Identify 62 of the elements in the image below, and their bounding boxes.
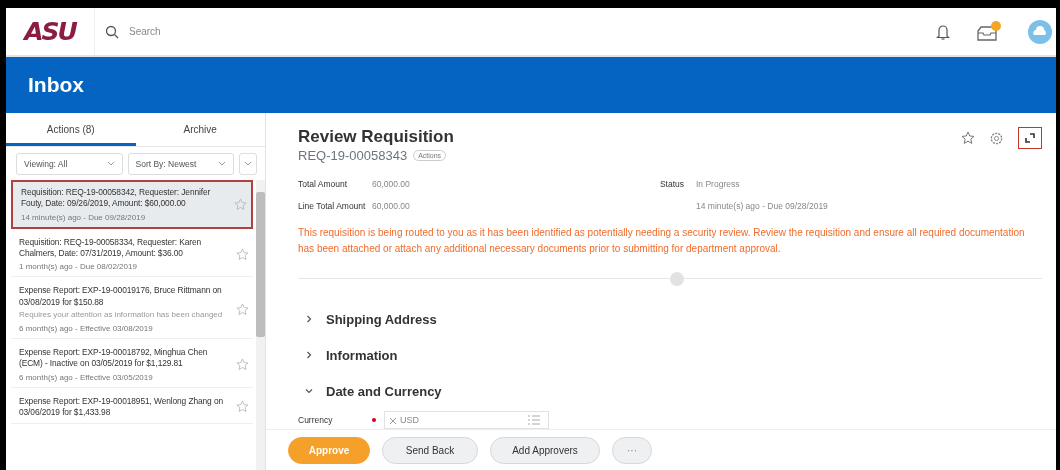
chevron-right-icon [304,314,314,324]
status-value: In Progress [696,179,740,189]
section-header[interactable]: Shipping Address [298,301,1042,337]
chevron-down-icon [106,161,115,167]
item-title: Requisition: REQ-19-00058342, Requester: Jennifer Fouty, Date: 09/26/2019, Amount: $60,000.00 [21,187,212,210]
item-meta: 6 month(s) ago - Effective 03/05/2019 [19,372,154,382]
star-icon[interactable] [961,131,975,145]
field-label: Total Amount [298,179,349,189]
item-meta: 6 month(s) ago - Effective 03/08/2019 [19,323,154,333]
field-label: Status [658,179,684,189]
item-note: Requires your attention as information has been changed [19,310,224,321]
filter-dropdown[interactable]: Viewing: All [16,153,123,175]
star-icon[interactable] [236,357,249,371]
scrollbar[interactable] [256,180,265,470]
list-icon[interactable] [528,415,540,425]
field-value: 60,000.00 [372,201,410,211]
detail-title: Review Requisition [298,127,454,147]
inbox-icon[interactable] [976,20,1002,43]
item-title: Expense Report: EXP-19-00018792, Minghua Chen (ECM) - Inactive on 03/05/2019 for $1,129.81 [19,346,209,370]
expand-dropdown[interactable] [239,153,257,175]
bell-icon[interactable] [936,22,950,41]
scrollbar-thumb[interactable] [256,192,265,337]
inbox-tab[interactable]: Actions (8) [6,113,136,146]
item-meta: 1 month(s) ago - Due 08/02/2019 [19,262,138,272]
star-icon[interactable] [236,302,249,316]
inbox-item[interactable]: Requisition: REQ-19-00058342, Requester: Jennifer Fouty, Date: 09/26/2019, Amount: $60,000.00 14 minute(s) ago - Due 09/28/2019 [11,180,253,229]
star-icon[interactable] [236,400,249,414]
action-button[interactable]: Add Approvers [490,437,600,464]
item-title: Expense Report: EXP-19-00018951, Wenlong Zhang on 03/06/2019 for $1,433.98 [19,395,224,419]
chevron-right-icon [304,350,314,360]
inbox-item[interactable]: Expense Report: EXP-19-00019176, Bruce Rittmann on 03/08/2019 for $150.88 Requires your attention as information has been changed 6 month(s) ago - Effective 03/08/2019 [11,280,253,339]
item-title: Requisition: REQ-19-00058334, Requester: Karen Chalmers, Date: 07/31/2019, Amount: $36.00 [19,236,203,260]
warning-message: This requisition is being routed to you as it has been identified as potentially needing a security review. Review the requisition and ensure all required documentation has been attached or attach any additional necessary documents prior to submitting for department approval. [298,226,1026,256]
collapse-handle[interactable] [670,272,684,286]
status-meta: 14 minute(s) ago - Due 09/28/2019 [696,201,828,211]
section-header[interactable]: Information [298,337,1042,373]
inbox-tab[interactable]: Archive [135,113,265,146]
university-logo[interactable]: ASU [24,17,76,46]
star-icon[interactable] [234,197,247,211]
inbox-item[interactable]: Requisition: REQ-19-00058334, Requester: Karen Chalmers, Date: 07/31/2019, Amount: $36.00 1 month(s) ago - Due 08/02/2019 [11,231,253,278]
item-meta: 14 minute(s) ago - Due 09/28/2019 [21,212,147,222]
inbox-item[interactable]: Expense Report: EXP-19-00018951, Wenlong Zhang on 03/06/2019 for $1,433.98 [11,390,253,425]
requisition-id: REQ-19-00058343 [298,148,408,163]
star-icon[interactable] [236,247,249,261]
currency-field[interactable]: USD [384,411,549,429]
field-value: 60,000.00 [372,179,410,189]
inbox-item[interactable]: Expense Report: EXP-19-00018792, Minghua Chen (ECM) - Inactive on 03/05/2019 for $1,129.81 6 month(s) ago - Effective 03/05/2019 [11,341,253,388]
section-header[interactable]: Date and Currency [298,373,1042,409]
field-label: Currency [298,415,334,425]
item-title: Expense Report: EXP-19-00019176, Bruce Rittmann on 03/08/2019 for $150.88 [19,285,223,309]
field-label: Line Total Amount [298,201,367,211]
settings-icon[interactable] [989,130,1004,146]
filter-dropdown[interactable]: Sort By: Newest [127,153,234,175]
page-title: Inbox [28,73,84,97]
search-icon [105,24,119,39]
expand-icon[interactable] [1018,127,1042,149]
currency-chip[interactable]: USD [390,415,419,425]
avatar-icon[interactable] [1028,19,1052,44]
action-button[interactable]: Send Back [382,437,478,464]
chevron-down-icon [304,386,314,396]
chevron-down-icon [218,161,226,167]
chevron-down-icon [244,161,252,167]
